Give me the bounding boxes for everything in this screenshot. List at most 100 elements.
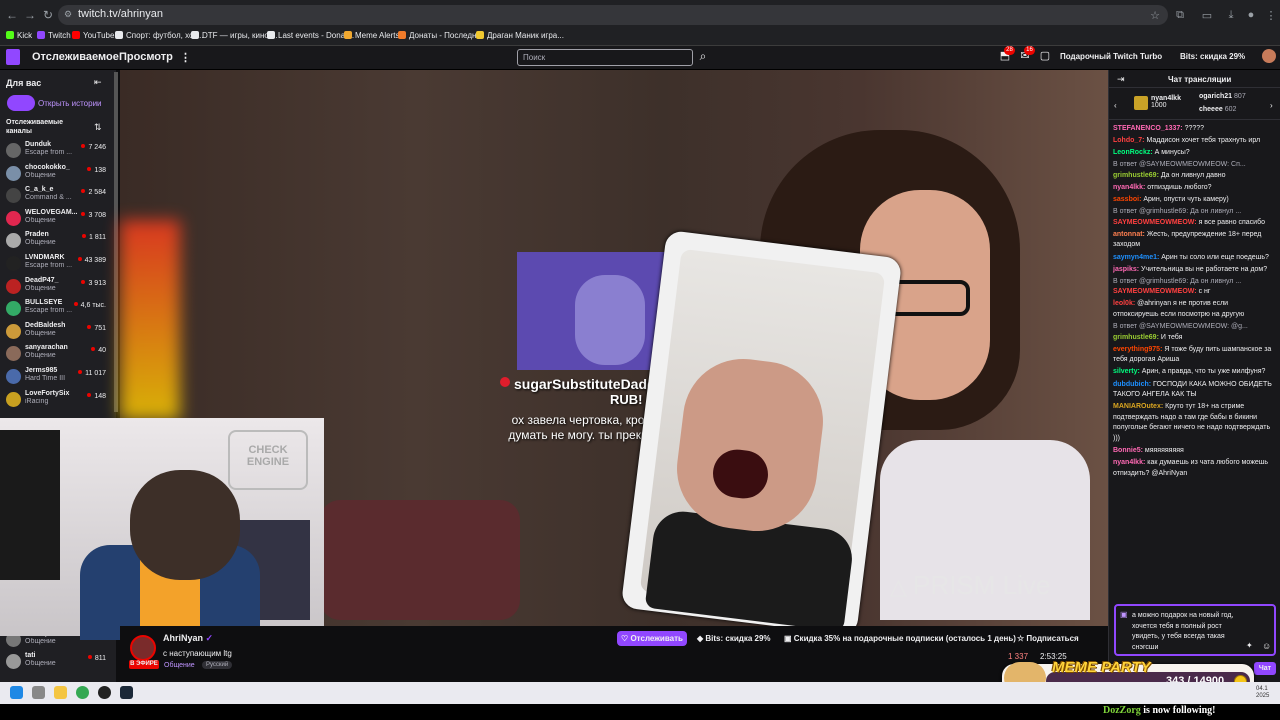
profile-icon[interactable]: ● — [1244, 9, 1258, 21]
bookmark-donaty[interactable]: Донаты - Последн... — [398, 31, 483, 40]
chat-message: MANIAROutex: Круто тут 18+ на стриме под… — [1113, 402, 1275, 444]
obs-icon[interactable] — [98, 686, 111, 699]
leader-2[interactable]: ogarich21 807 — [1199, 93, 1246, 100]
sidebar-channel[interactable]: sanyarachan Общение 40 — [0, 343, 116, 365]
sidebar-channel[interactable]: LVNDMARK Escape from ... 43 389 — [0, 253, 116, 275]
menu-kebab-icon[interactable]: ⋮ — [1264, 9, 1278, 22]
chat-username[interactable]: grimhustle69: — [1113, 334, 1159, 341]
forward-icon[interactable]: → — [22, 7, 38, 23]
chat-message: leol0k: @ahrinyan я не против если отпок… — [1113, 299, 1275, 320]
explorer-icon[interactable] — [54, 686, 67, 699]
open-stories-link[interactable]: Открыть истории — [38, 99, 102, 108]
chat-username[interactable]: dubdubich: — [1113, 381, 1151, 388]
extensions-icon[interactable]: ⧉ — [1173, 9, 1187, 21]
chat-reply-context: В ответ @grimhustle69: Да он ливнул ... — [1113, 277, 1242, 285]
sidebar-channel[interactable]: tati Общение 811 — [0, 651, 116, 673]
stories-avatars[interactable] — [7, 95, 35, 111]
chat-username[interactable]: saymyn4me1: — [1113, 254, 1159, 261]
chat-text: мяяяяяяяяя — [1142, 447, 1184, 455]
sort-icon[interactable]: ⇅ — [94, 122, 102, 133]
bookmark-donat[interactable]: Last events - Donat... — [267, 31, 354, 40]
chat-username[interactable]: Bonnie5: — [1113, 447, 1143, 454]
back-icon[interactable]: ← — [4, 7, 20, 23]
chat-username[interactable]: everything975: — [1113, 346, 1162, 353]
chat-username[interactable]: nyan4lkk: — [1113, 459, 1145, 466]
gift-sub-pill-button[interactable]: ▣ Скидка 35% на подарочные подписки (ост… — [784, 631, 1016, 646]
chat-text: А минусы? — [1152, 149, 1190, 157]
whispers-icon[interactable]: ▢ — [1038, 49, 1052, 63]
chat-username[interactable]: nyan4lkk: — [1113, 184, 1145, 191]
chat-username[interactable]: silverty: — [1113, 368, 1140, 375]
chat-username[interactable]: sassboi: — [1113, 196, 1141, 203]
search-icon[interactable]: ⌕ — [694, 49, 712, 66]
chat-send-button[interactable]: Чат — [1254, 662, 1276, 675]
chat-username[interactable]: STEFANENCO_1337: — [1113, 125, 1183, 132]
sidebar-scrollbar[interactable] — [114, 72, 118, 412]
bits-pill-button[interactable]: ◆ Bits: скидка 29% — [697, 631, 771, 646]
nav-following[interactable]: Отслеживаемое — [32, 51, 119, 63]
sidebar-channel[interactable]: DeadP47_ Общение 3 913 — [0, 276, 116, 298]
gift-turbo-button[interactable]: Подарочный Twitch Turbo — [1060, 52, 1162, 61]
sidebar-channel[interactable]: BULLSEYE Escape from ... 4,6 тыс. — [0, 298, 116, 320]
chat-username[interactable]: jaspiks: — [1113, 266, 1139, 273]
chat-message-list[interactable]: STEFANENCO_1337: ????? Lohdo_7: Маддисон … — [1113, 124, 1275, 600]
twitch-logo-icon[interactable] — [6, 49, 20, 65]
chat-username[interactable]: grimhustle69: — [1113, 172, 1159, 179]
chat-username[interactable]: MANIAROutex: — [1113, 403, 1163, 410]
chat-message: antonnat: Жесть, предупреждение 18+ пере… — [1113, 230, 1275, 251]
sidebar-channel[interactable]: Praden Общение 1 811 — [0, 230, 116, 252]
steam-icon[interactable] — [120, 686, 133, 699]
chat-username[interactable]: leol0k: — [1113, 300, 1135, 307]
get-bits-button[interactable]: Bits: скидка 29% — [1180, 52, 1245, 61]
collapse-chat-icon[interactable]: ⇥ — [1117, 74, 1125, 85]
yandex-icon[interactable] — [32, 686, 45, 699]
turbo-label: Подарочный Twitch Turbo — [1060, 52, 1163, 61]
sidebar-channel[interactable]: WELOVEGAM... Общение 3 708 — [0, 208, 116, 230]
chat-message: nyan4lkk: как думаешь из чата любого мож… — [1113, 458, 1275, 479]
bookmark-dragan[interactable]: Драган Маник игра... — [476, 31, 564, 40]
channel-avatar[interactable] — [130, 635, 156, 661]
address-bar[interactable] — [58, 5, 1168, 25]
sidebar-channel[interactable]: chocokokko_ Общение 138 — [0, 163, 116, 185]
user-avatar[interactable] — [1262, 49, 1276, 63]
bookmark-youtube[interactable]: YouTube — [72, 31, 114, 40]
chat-username[interactable]: Lohdo_7: — [1113, 137, 1145, 144]
sidebar-channel[interactable]: DedBaldesh Общение 751 — [0, 321, 116, 343]
nav-browse[interactable]: Просмотр — [119, 51, 173, 63]
chat-username[interactable]: SAYMEOWMEOWMEOW: — [1113, 219, 1197, 226]
leaderboard-prev-icon[interactable]: ‹ — [1114, 101, 1117, 110]
follow-button[interactable]: ♡ Отслеживать — [617, 631, 687, 646]
sidebar-channel[interactable]: C_a_k_e Command & ... 2 584 — [0, 185, 116, 207]
chat-message: В ответ @SAYMEOWMEOWMEOW: Сп... grimhustl… — [1113, 160, 1275, 181]
bookmark-memealerts[interactable]: Meme Alerts — [344, 31, 399, 40]
bookmark-star-icon[interactable]: ☆ — [1148, 9, 1162, 22]
chat-badge-icon[interactable]: ▣ — [1120, 610, 1128, 619]
leader-3[interactable]: cheeee 602 — [1199, 106, 1236, 113]
bookmark-dtf[interactable]: DTF — игры, кино,... — [191, 31, 278, 40]
chat-username[interactable]: antonnat: — [1113, 231, 1145, 238]
sidepanel-icon[interactable]: ▭ — [1200, 9, 1214, 22]
reload-icon[interactable]: ↻ — [40, 7, 56, 23]
site-info-icon[interactable]: ⚙ — [64, 9, 72, 20]
leaderboard-next-icon[interactable]: › — [1270, 101, 1273, 110]
subscribe-button[interactable]: ☆ Подписаться — [1017, 631, 1079, 646]
chrome-icon[interactable] — [76, 686, 89, 699]
channel-viewers: 751 — [87, 325, 106, 332]
collapse-sidebar-icon[interactable]: ⇤ — [94, 77, 102, 88]
channel-name[interactable]: AhriNyan ✓ — [163, 633, 213, 644]
stream-category[interactable]: Общение — [164, 662, 195, 669]
bits-cheer-icon[interactable]: ✦ — [1246, 641, 1253, 650]
chat-username[interactable]: LeonRockz: — [1113, 149, 1153, 156]
chat-username[interactable]: SAYMEOWMEOWMEOW: — [1113, 288, 1197, 295]
emote-picker-icon[interactable]: ☺ — [1262, 641, 1271, 651]
download-icon[interactable]: ⤓ — [1224, 9, 1238, 21]
start-icon[interactable] — [10, 686, 23, 699]
bookmark-twitch[interactable]: Twitch — [37, 31, 71, 40]
nav-more-icon[interactable]: ⋮ — [180, 51, 191, 64]
leader-1[interactable]: nyan4lkk 1000 — [1151, 95, 1181, 109]
sidebar-channel[interactable]: Jerms985 Hard Time III 11 017 — [0, 366, 116, 388]
language-tag[interactable]: Русский — [202, 661, 233, 669]
sidebar-channel[interactable]: Dunduk Escape from ... 7 246 — [0, 140, 116, 162]
sidebar-channel[interactable]: LoveFortySix iRacing 148 — [0, 389, 116, 411]
bookmark-kick[interactable]: Kick — [6, 31, 32, 40]
